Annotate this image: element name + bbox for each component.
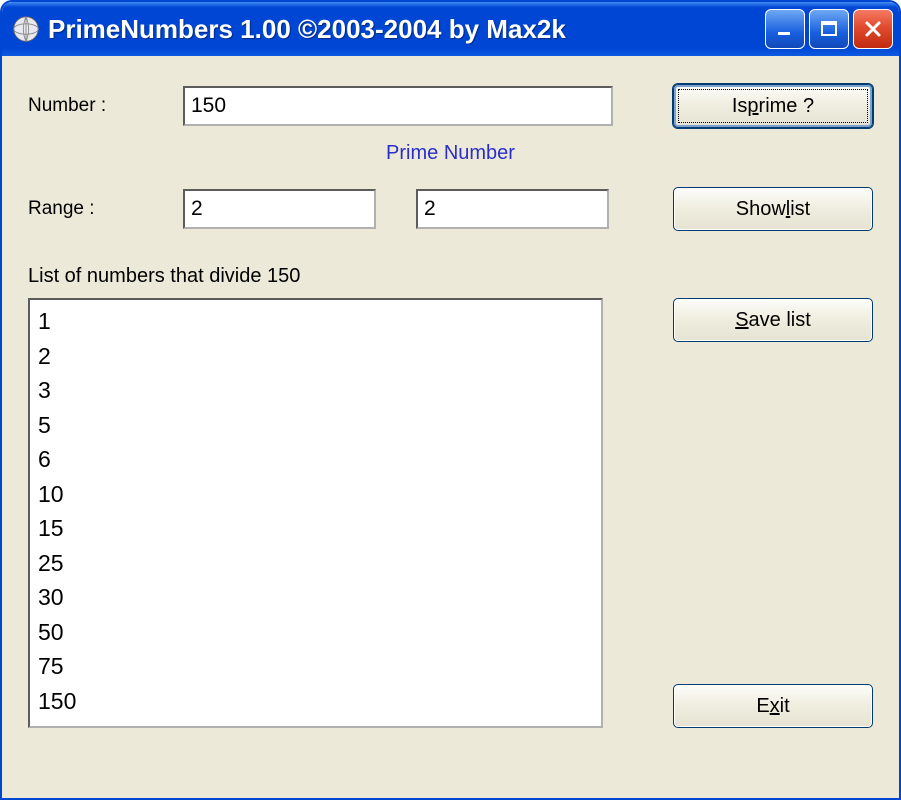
side-buttons: Save list Exit [603, 298, 873, 728]
list-item[interactable]: 25 [38, 546, 593, 581]
app-icon [12, 15, 40, 43]
list-item[interactable]: 10 [38, 477, 593, 512]
list-item[interactable]: 3 [38, 373, 593, 408]
list-item[interactable]: 2 [38, 339, 593, 374]
divisor-list-label: List of numbers that divide 150 [28, 265, 873, 288]
range-to-spinner[interactable] [416, 189, 609, 229]
list-item[interactable]: 5 [38, 408, 593, 443]
range-to-input[interactable] [418, 191, 701, 227]
is-prime-button[interactable]: Is prime ? [673, 84, 873, 128]
number-label: Number : [28, 95, 183, 117]
prime-status-text: Prime Number [28, 142, 873, 165]
exit-button[interactable]: Exit [673, 684, 873, 728]
number-input[interactable] [183, 86, 613, 126]
divisor-listbox[interactable]: 12356101525305075150 [28, 298, 603, 728]
list-item[interactable]: 150 [38, 684, 593, 719]
caption-buttons [765, 9, 893, 49]
range-row: Range : [28, 187, 873, 231]
titlebar: PrimeNumbers 1.00 ©2003-2004 by Max2k [2, 2, 899, 56]
save-list-button[interactable]: Save list [673, 298, 873, 342]
range-from-spinner[interactable] [183, 189, 376, 229]
list-item[interactable]: 15 [38, 511, 593, 546]
list-item[interactable]: 1 [38, 304, 593, 339]
list-area: 12356101525305075150 Save list Exit [28, 298, 873, 776]
show-list-button[interactable]: Show list [673, 187, 873, 231]
close-button[interactable] [853, 9, 893, 49]
window-title: PrimeNumbers 1.00 ©2003-2004 by Max2k [48, 14, 765, 45]
list-item[interactable]: 75 [38, 649, 593, 684]
list-item[interactable]: 6 [38, 442, 593, 477]
maximize-button[interactable] [809, 9, 849, 49]
client-area: Number : Is prime ? Prime Number Range : [2, 56, 899, 798]
number-row: Number : Is prime ? [28, 84, 873, 128]
minimize-button[interactable] [765, 9, 805, 49]
list-item[interactable]: 50 [38, 615, 593, 650]
range-label: Range : [28, 198, 183, 220]
app-window: PrimeNumbers 1.00 ©2003-2004 by Max2k Nu… [0, 0, 901, 800]
list-item[interactable]: 30 [38, 580, 593, 615]
